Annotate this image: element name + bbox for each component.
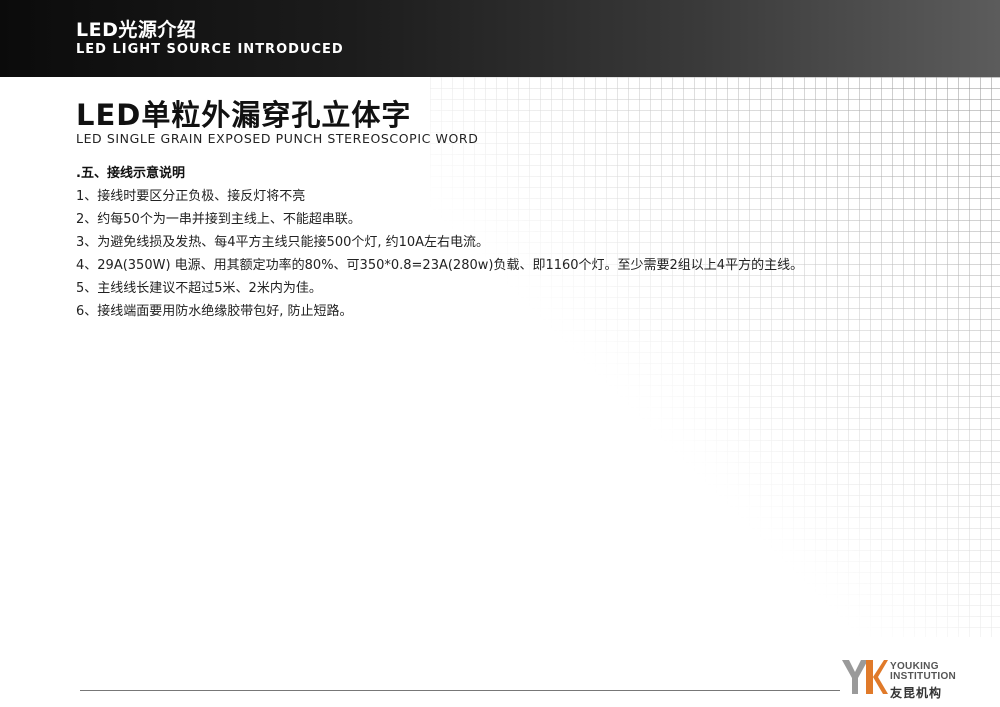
youking-logo: YOUKING INSTITUTION 友昆机构	[842, 660, 992, 700]
section-heading: .五、接线示意说明	[76, 166, 185, 181]
youking-logo-icon	[842, 660, 888, 694]
footer-divider	[80, 690, 840, 691]
grid-background	[430, 77, 1000, 637]
list-item: 3、为避免线损及发热、每4平方主线只能接500个灯, 约10A左右电流。	[76, 235, 490, 250]
header-subtitle: LED LIGHT SOURCE INTRODUCED	[76, 42, 344, 57]
page-subtitle: LED SINGLE GRAIN EXPOSED PUNCH STEREOSCO…	[76, 131, 479, 146]
logo-en-line2: INSTITUTION	[890, 671, 957, 682]
logo-chinese-name: 友昆机构	[890, 686, 943, 700]
list-item: 5、主线线长建议不超过5米、2米内为佳。	[76, 281, 322, 296]
header-bar: LED光源介绍 LED LIGHT SOURCE INTRODUCED	[0, 0, 1000, 77]
list-item: 6、接线端面要用防水绝缘胶带包好, 防止短路。	[76, 304, 353, 319]
header-title: LED光源介绍	[76, 19, 197, 41]
list-item: 1、接线时要区分正负极、接反灯将不亮	[76, 189, 306, 204]
content-body: .五、接线示意说明 1、接线时要区分正负极、接反灯将不亮 2、约每50个为一串并…	[76, 162, 876, 323]
logo-english-name: YOUKING INSTITUTION	[890, 662, 956, 682]
list-item: 4、29A(350W) 电源、用其额定功率的80%、可350*0.8=23A(2…	[76, 258, 804, 273]
page-title: LED单粒外漏穿孔立体字	[76, 98, 412, 132]
list-item: 2、约每50个为一串并接到主线上、不能超串联。	[76, 212, 361, 227]
